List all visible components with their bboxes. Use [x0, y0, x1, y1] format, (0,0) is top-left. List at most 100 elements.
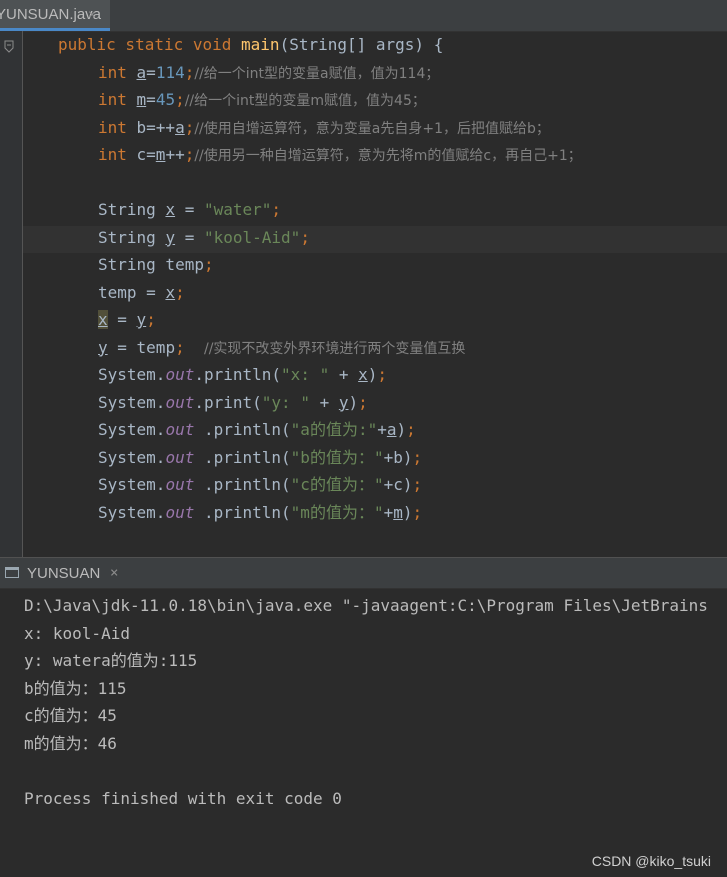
code-token: ;	[184, 117, 195, 137]
output-line: Process finished with exit code 0	[24, 788, 342, 808]
code-token: .println(	[194, 475, 291, 494]
code-token: =	[175, 227, 204, 247]
code-line: public static void main(String[] args) {	[58, 31, 443, 58]
code-token: ;	[300, 227, 310, 247]
code-token: ;	[412, 447, 423, 467]
code-token: out	[165, 447, 195, 467]
close-icon[interactable]: ×	[110, 558, 118, 589]
code-token: "x: "	[281, 365, 330, 384]
code-token: .println(	[194, 502, 291, 522]
code-token: ;	[271, 200, 282, 219]
code-token: ;	[146, 310, 156, 329]
code-token: int	[98, 117, 137, 137]
code-token: ;	[203, 255, 214, 274]
code-token: )	[402, 502, 413, 522]
code-token: "water"	[203, 200, 272, 219]
code-line: System.out.print("y: " + y);	[98, 389, 368, 416]
code-token: ;	[175, 90, 185, 109]
code-token: String temp	[98, 255, 204, 274]
code-token: //使用自增运算符，意为变量a先自身+1，后把值赋给b；	[194, 120, 550, 137]
code-token: =	[107, 310, 137, 329]
code-token: int	[98, 90, 137, 109]
code-token: "y: "	[261, 392, 310, 412]
code-token: ;	[358, 392, 368, 412]
code-token: ;	[377, 365, 388, 384]
tab-yunsuan-java[interactable]: YUNSUAN.java ×	[0, 0, 110, 31]
code-token: +c)	[383, 475, 413, 494]
code-token: .println(	[194, 420, 291, 439]
code-token: .print(	[194, 392, 262, 412]
code-token: ;	[184, 62, 195, 82]
code-line: temp = x;	[98, 279, 185, 306]
code-line: int c=m++;//使用另一种自增运算符，意为先将m的值赋给c，再自己+1；	[98, 141, 582, 168]
code-token: x	[165, 200, 176, 219]
code-token: m	[136, 90, 147, 109]
code-token: "a的值为:"	[290, 420, 378, 439]
code-token: +	[329, 365, 359, 384]
output-line: m的值为：46	[24, 733, 117, 753]
code-token: System.	[98, 420, 166, 439]
code-token: )	[396, 420, 407, 439]
code-token: ;	[175, 282, 185, 302]
code-token: //使用另一种自增运算符，意为先将m的值赋给c，再自己+1；	[194, 148, 582, 164]
code-token: x	[98, 310, 108, 329]
code-line: String temp;	[98, 251, 214, 278]
code-token: String	[98, 200, 166, 219]
code-token: out	[165, 392, 195, 412]
code-token: a	[175, 117, 185, 137]
code-token: temp =	[98, 282, 166, 302]
tab-run-yunsuan[interactable]: YUNSUAN	[27, 558, 100, 589]
code-line: int m=45;//给一个int型的变量m赋值，值为45；	[98, 86, 426, 113]
code-token: =	[146, 90, 156, 109]
code-token: ;	[184, 145, 195, 164]
code-line: String y = "kool-Aid";	[98, 224, 310, 251]
code-token: "kool-Aid"	[203, 227, 301, 247]
code-token: (String[] args) {	[279, 35, 444, 54]
code-token: x	[165, 282, 176, 302]
code-token: +	[383, 502, 394, 522]
run-tool-window-header: YUNSUAN ×	[0, 557, 727, 589]
code-line: System.out .println("b的值为："+b);	[98, 444, 422, 471]
code-token: public static void	[58, 35, 242, 54]
code-token: String	[98, 227, 166, 247]
code-token: out	[165, 475, 195, 494]
code-token: y	[165, 227, 176, 247]
console-icon	[5, 567, 19, 578]
code-editor[interactable]: public static void main(String[] args) {…	[0, 31, 727, 557]
code-token: ;	[175, 337, 185, 357]
code-token: c=	[136, 145, 156, 164]
code-token: main	[241, 35, 280, 54]
code-token: y	[98, 337, 108, 357]
code-token: b=++	[136, 117, 176, 137]
code-token: ;	[412, 502, 423, 522]
code-token: 45	[155, 90, 176, 109]
console-output[interactable]: D:\Java\jdk-11.0.18\bin\java.exe "-javaa…	[0, 589, 727, 877]
code-token: int	[98, 145, 137, 164]
code-token: y	[338, 392, 349, 412]
output-line: c的值为：45	[24, 706, 117, 725]
code-token: )	[348, 392, 359, 412]
code-token: System.	[98, 365, 166, 384]
code-token: ;	[406, 420, 416, 439]
code-line: System.out.println("x: " + x);	[98, 361, 387, 388]
code-token: "b的值为："	[290, 447, 384, 467]
close-icon[interactable]: ×	[88, 0, 96, 29]
code-token: //给一个int型的变量m赋值，值为45；	[184, 93, 426, 109]
code-line: String x = "water";	[98, 196, 281, 223]
code-token: int	[98, 62, 137, 82]
code-token: 114	[155, 62, 185, 82]
code-line: y = temp; //实现不改变外界环境进行两个变量值互换	[98, 334, 465, 361]
code-token: "m的值为："	[290, 502, 384, 522]
code-token: System.	[98, 502, 166, 522]
code-token: "c的值为："	[290, 475, 384, 494]
code-token: y	[136, 310, 147, 329]
code-token: +b)	[383, 447, 413, 467]
code-token: a	[386, 420, 397, 439]
code-token: System.	[98, 475, 166, 494]
code-line: int a=114;//给一个int型的变量a赋值，值为114；	[98, 59, 439, 86]
code-line: System.out .println("a的值为:"+a);	[98, 416, 416, 443]
code-token: .println(	[194, 365, 282, 384]
output-line: D:\Java\jdk-11.0.18\bin\java.exe "-javaa…	[24, 596, 708, 615]
code-token: m	[393, 502, 403, 522]
